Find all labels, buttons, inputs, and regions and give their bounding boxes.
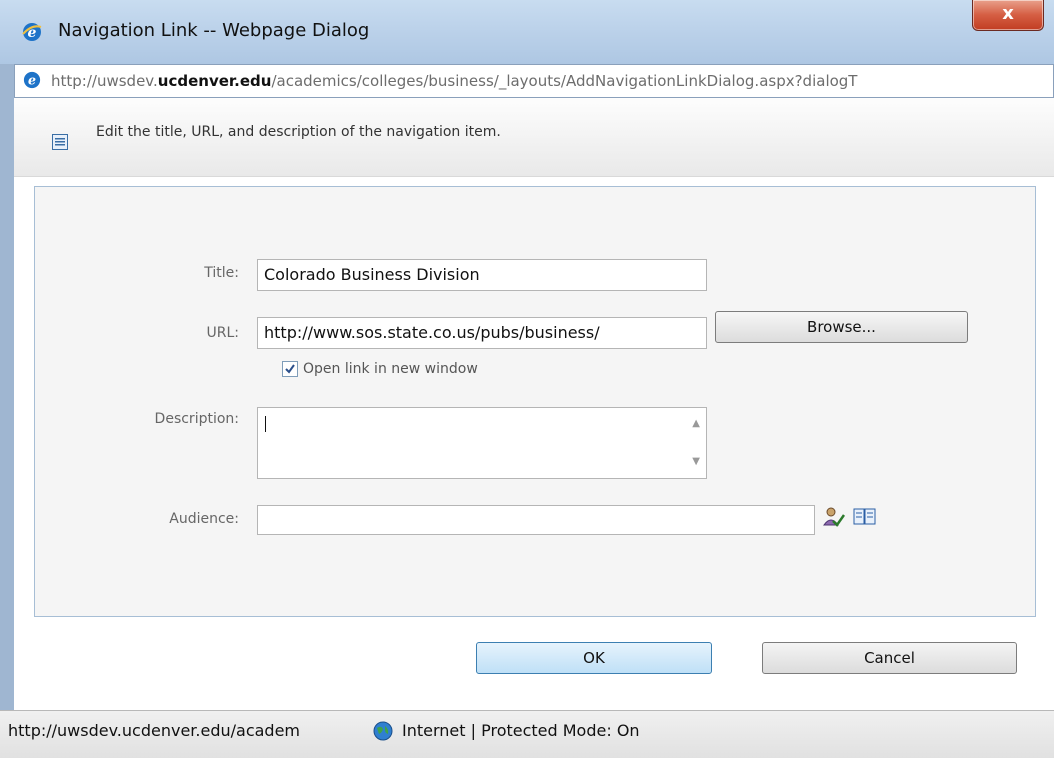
ie-logo-icon: e <box>23 71 41 89</box>
address-book-icon[interactable] <box>853 506 877 528</box>
close-icon: x <box>1002 3 1014 24</box>
browse-button[interactable]: Browse... <box>715 311 968 343</box>
status-url: http://uwsdev.ucdenver.edu/academ <box>8 721 300 740</box>
ie-logo-icon: e <box>22 23 42 41</box>
status-bar: http://uwsdev.ucdenver.edu/academ Intern… <box>0 710 1054 758</box>
title-input[interactable]: Colorado Business Division <box>257 259 707 291</box>
url-label: URL: <box>206 325 240 341</box>
svg-text:e: e <box>28 73 36 88</box>
window-title: Navigation Link -- Webpage Dialog <box>58 20 370 41</box>
scroll-up-icon[interactable]: ▲ <box>692 418 700 429</box>
title-label: Title: <box>204 265 239 281</box>
description-textarea[interactable]: ▲ ▼ <box>257 407 707 479</box>
security-zone: Internet | Protected Mode: On <box>402 721 640 740</box>
list-icon <box>52 134 68 150</box>
url-input[interactable]: http://www.sos.state.co.us/pubs/business… <box>257 317 707 349</box>
check-names-icon[interactable] <box>821 505 845 529</box>
new-window-label: Open link in new window <box>303 361 478 377</box>
scroll-down-icon[interactable]: ▼ <box>692 456 700 467</box>
dialog-body: Edit the title, URL, and description of … <box>14 98 1054 710</box>
description-scrollbar[interactable]: ▲ ▼ <box>686 408 706 478</box>
audience-input[interactable] <box>257 505 815 535</box>
checkbox-checked-icon <box>285 364 295 374</box>
globe-icon <box>373 721 393 741</box>
text-caret <box>265 416 266 432</box>
info-message: Edit the title, URL, and description of … <box>96 124 501 140</box>
close-button[interactable]: x <box>972 0 1044 31</box>
new-window-checkbox[interactable] <box>282 361 298 377</box>
description-label: Description: <box>154 411 239 427</box>
ok-button[interactable]: OK <box>476 642 712 674</box>
address-url: http://uwsdev.ucdenver.edu/academics/col… <box>51 72 858 90</box>
form-panel: Title: Colorado Business Division URL: h… <box>34 186 1036 617</box>
cancel-button[interactable]: Cancel <box>762 642 1017 674</box>
address-bar: e http://uwsdev.ucdenver.edu/academics/c… <box>14 64 1054 98</box>
window-titlebar: e Navigation Link -- Webpage Dialog x <box>0 0 1054 64</box>
audience-icons <box>821 505 881 529</box>
info-band: Edit the title, URL, and description of … <box>14 98 1054 177</box>
audience-label: Audience: <box>169 511 239 527</box>
